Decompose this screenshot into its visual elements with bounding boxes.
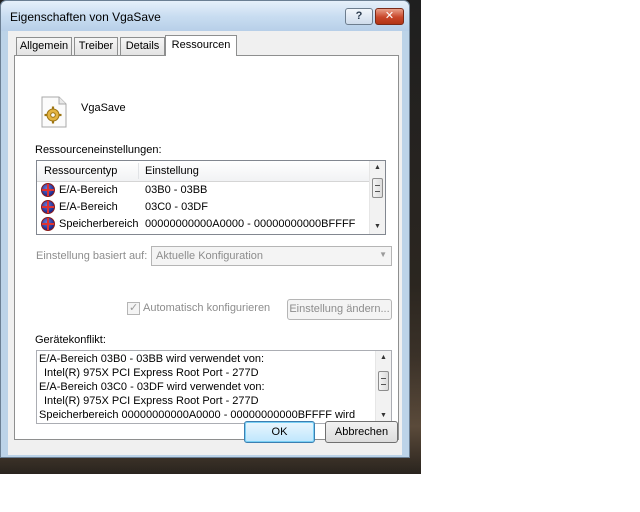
ressourcen-panel: VgaSave Ressourceneinstellungen: Ressour… [14, 55, 399, 440]
ok-button[interactable]: OK [244, 421, 315, 443]
device-conflict-label: Gerätekonflikt: [35, 334, 106, 346]
resource-conflict-icon [41, 183, 55, 197]
help-icon: ? [355, 10, 363, 22]
resource-setting: 00000000000A0000 - 00000000000BFFFF [145, 218, 356, 230]
resource-settings-label: Ressourceneinstellungen: [35, 144, 162, 156]
device-conflict-textbox[interactable]: E/A-Bereich 03B0 - 03BB wird verwendet v… [36, 350, 392, 424]
tab-details[interactable]: Details [120, 37, 165, 55]
conflict-line: E/A-Bereich 03B0 - 03BB wird verwendet v… [39, 353, 265, 365]
properties-dialog: Eigenschaften von VgaSave ? ✕ Allgemein … [0, 0, 410, 458]
help-button[interactable]: ? [345, 8, 373, 25]
auto-config-checkbox[interactable]: ✓ [127, 302, 140, 315]
close-icon: ✕ [384, 10, 395, 22]
conflict-line: Speicherbereich 00000000000A0000 - 00000… [39, 409, 356, 421]
change-setting-button[interactable]: Einstellung ändern... [287, 299, 392, 320]
scroll-thumb[interactable] [378, 371, 389, 391]
based-on-value: Aktuelle Konfiguration [156, 250, 264, 262]
resource-list-scrollbar[interactable]: ▲ ▼ [369, 161, 385, 234]
auto-config-label: Automatisch konfigurieren [143, 302, 271, 314]
resource-setting: 03B0 - 03BB [145, 184, 208, 196]
conflict-line: E/A-Bereich 03C0 - 03DF wird verwendet v… [39, 381, 265, 393]
resource-list[interactable]: Ressourcentyp Einstellung E/A-Bereich 03… [36, 160, 386, 235]
tab-treiber[interactable]: Treiber [74, 37, 118, 55]
scroll-thumb[interactable] [372, 178, 383, 198]
based-on-label: Einstellung basiert auf: [36, 250, 148, 262]
chevron-down-icon: ▼ [379, 250, 387, 259]
conflict-scrollbar[interactable]: ▲ ▼ [375, 351, 391, 423]
resource-type: E/A-Bereich [59, 184, 118, 196]
tab-allgemein[interactable]: Allgemein [16, 37, 72, 55]
dialog-body: Allgemein Treiber Details Ressourcen Vga… [8, 31, 402, 455]
conflict-line: Intel(R) 975X PCI Express Root Port - 27… [44, 367, 259, 379]
desktop-blank-area [421, 0, 640, 512]
table-row[interactable]: E/A-Bereich 03C0 - 03DF [37, 199, 370, 216]
table-row[interactable]: Speicherbereich 00000000000A0000 - 00000… [37, 216, 370, 233]
resource-setting: 03C0 - 03DF [145, 201, 208, 213]
column-header-setting[interactable]: Einstellung [145, 165, 199, 177]
conflict-line: Intel(R) 975X PCI Express Root Port - 27… [44, 395, 259, 407]
close-button[interactable]: ✕ [375, 8, 404, 25]
resource-conflict-icon [41, 200, 55, 214]
resource-type: Speicherbereich [59, 218, 139, 230]
based-on-select[interactable]: Aktuelle Konfiguration ▼ [151, 246, 392, 266]
scroll-up-arrow-icon[interactable]: ▲ [376, 351, 391, 365]
scroll-up-arrow-icon[interactable]: ▲ [370, 161, 385, 175]
scroll-down-arrow-icon[interactable]: ▼ [370, 220, 385, 234]
title-bar[interactable]: Eigenschaften von VgaSave ? ✕ [1, 1, 409, 31]
table-row[interactable]: E/A-Bereich 03B0 - 03BB [37, 182, 370, 199]
gear-document-icon [41, 96, 67, 128]
cancel-button[interactable]: Abbrechen [325, 421, 398, 443]
window-title: Eigenschaften von VgaSave [10, 10, 161, 24]
resource-conflict-icon [41, 217, 55, 231]
checkmark-icon: ✓ [129, 302, 139, 314]
tab-ressourcen[interactable]: Ressourcen [165, 35, 237, 56]
resource-list-header: Ressourcentyp Einstellung [37, 161, 370, 182]
column-header-resourcetype[interactable]: Ressourcentyp [44, 165, 117, 177]
device-name: VgaSave [81, 102, 126, 114]
column-divider[interactable] [138, 163, 139, 179]
desktop-blank-strip [0, 474, 640, 512]
resource-type: E/A-Bereich [59, 201, 118, 213]
